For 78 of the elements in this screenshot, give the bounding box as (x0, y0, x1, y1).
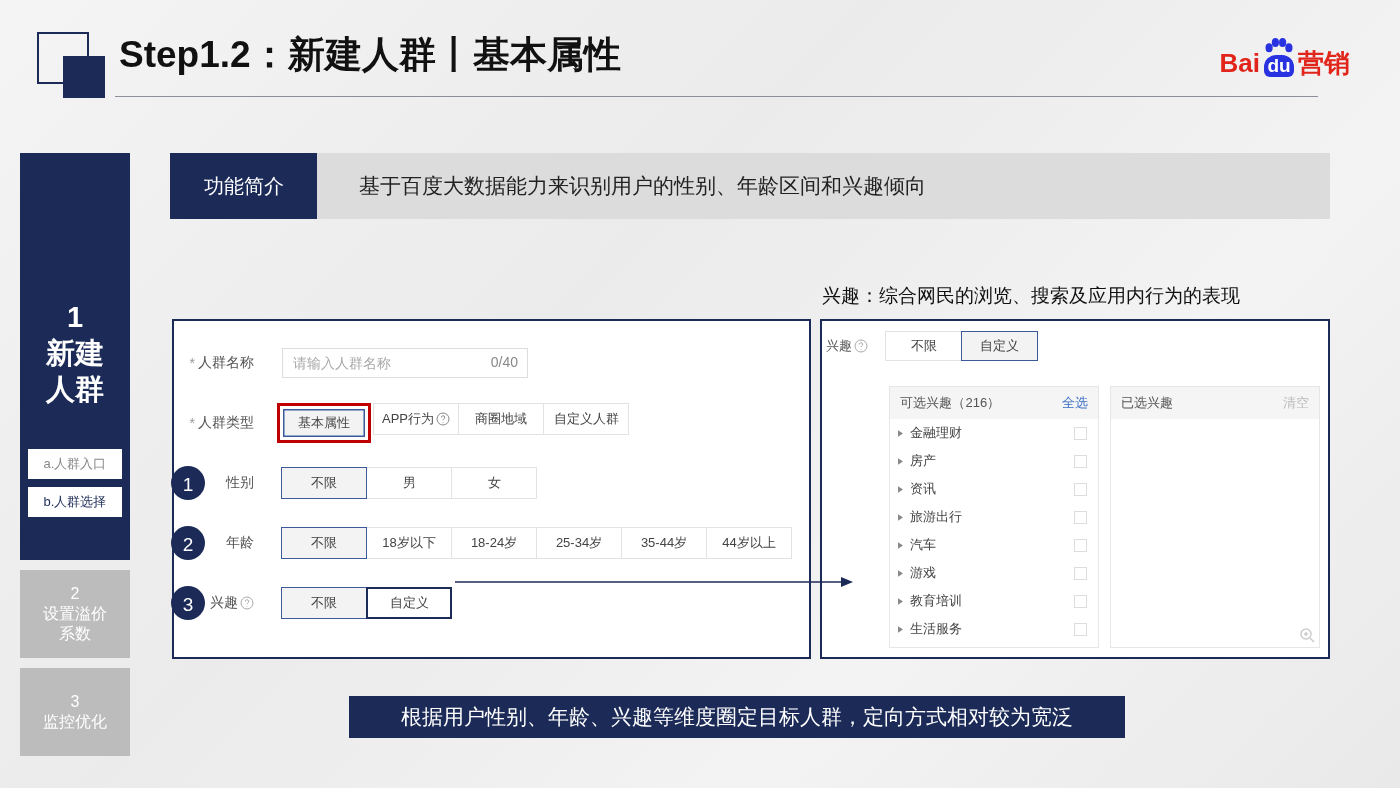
interest-item[interactable]: 游戏 (910, 564, 1075, 582)
step-marker: 2 (171, 526, 205, 560)
expand-icon[interactable] (898, 541, 904, 549)
option-tab[interactable]: 35-44岁 (621, 527, 707, 559)
step-number: 3 (70, 692, 80, 712)
interest-item[interactable]: 金融理财 (910, 424, 1075, 442)
checkbox[interactable] (1074, 426, 1088, 440)
option-tab[interactable]: 18岁以下 (366, 527, 452, 559)
option-tab[interactable]: 商圈地域 (458, 403, 544, 435)
interest-item[interactable]: 旅游出行 (910, 508, 1075, 526)
interest-item[interactable]: 房产 (910, 452, 1075, 470)
step-label: 新建人群 (45, 336, 105, 407)
option-tab[interactable]: 不限 (281, 527, 367, 559)
logo-badge: du (1264, 55, 1294, 77)
field-label: 性别 (226, 474, 254, 492)
substep-item[interactable]: b.人群选择 (28, 487, 122, 517)
option-tab[interactable]: 18-24岁 (451, 527, 537, 559)
expand-icon[interactable] (898, 513, 904, 521)
substep-item[interactable]: a.人群入口 (28, 449, 122, 479)
expand-icon[interactable] (898, 625, 904, 633)
list-title: 已选兴趣 (1121, 394, 1174, 412)
option-tab[interactable]: 25-34岁 (536, 527, 622, 559)
step-number: 1 (66, 300, 84, 335)
interest-item[interactable]: 汽车 (910, 536, 1075, 554)
expand-icon[interactable] (898, 429, 904, 437)
field-label: 人群名称 (198, 354, 254, 372)
interest-item[interactable]: 教育培训 (910, 592, 1075, 610)
option-tab[interactable]: 自定义 (961, 331, 1039, 361)
checkbox[interactable] (1074, 594, 1088, 608)
summary-banner: 根据用户性别、年龄、兴趣等维度圈定目标人群，定向方式相对较为宽泛 (349, 696, 1125, 738)
step-marker: 1 (171, 466, 205, 500)
step-number: 2 (70, 584, 80, 604)
field-label: 兴趣 (826, 337, 853, 355)
expand-icon[interactable] (898, 569, 904, 577)
option-tab[interactable]: 不限 (281, 587, 367, 619)
help-icon[interactable] (436, 412, 450, 426)
option-tab[interactable]: 男 (366, 467, 452, 499)
zoom-icon[interactable] (1299, 627, 1316, 643)
option-tab[interactable]: APP行为 (373, 403, 459, 435)
option-tab[interactable]: 自定义 (366, 587, 452, 619)
checkbox[interactable] (1074, 538, 1088, 552)
step-label: 监控优化 (43, 712, 107, 732)
step-panel[interactable]: 1 新建人群 a.人群入口 b.人群选择 (20, 153, 130, 560)
required-mark: * (189, 355, 195, 371)
checkbox[interactable] (1074, 622, 1088, 636)
field-label: 兴趣 (210, 594, 238, 612)
expand-icon[interactable] (898, 457, 904, 465)
intro-label: 功能简介 (170, 153, 317, 219)
list-title: 可选兴趣（216） (900, 394, 1001, 412)
option-tab[interactable]: 自定义人群 (543, 403, 629, 435)
character-counter: 0/40 (490, 354, 518, 370)
help-icon[interactable] (240, 596, 254, 610)
field-label: 年龄 (226, 534, 254, 552)
checkbox[interactable] (1074, 566, 1088, 580)
field-label: 人群类型 (198, 414, 254, 432)
option-tab[interactable]: 不限 (885, 331, 963, 361)
intro-text: 基于百度大数据能力来识别用户的性别、年龄区间和兴趣倾向 (359, 173, 926, 199)
squares-icon (37, 32, 105, 100)
option-tab[interactable]: 不限 (281, 467, 367, 499)
option-tab[interactable]: 基本属性 (277, 403, 371, 443)
interest-item[interactable]: 资讯 (910, 480, 1075, 498)
expand-icon[interactable] (898, 597, 904, 605)
expand-icon[interactable] (898, 485, 904, 493)
option-tab[interactable]: 女 (451, 467, 537, 499)
step-marker: 3 (171, 586, 205, 620)
logo-text: 营销 (1298, 49, 1350, 77)
interest-caption: 兴趣：综合网民的浏览、搜索及应用内行为的表现 (821, 284, 1241, 308)
logo-text: Bai (1219, 49, 1260, 77)
option-tab[interactable]: 44岁以上 (706, 527, 792, 559)
interest-item[interactable]: 生活服务 (910, 620, 1075, 638)
select-all-link[interactable]: 全选 (1062, 394, 1089, 412)
checkbox[interactable] (1074, 454, 1088, 468)
slide-title: Step1.2：新建人群丨基本属性 (119, 33, 621, 77)
help-icon[interactable] (854, 339, 869, 353)
checkbox[interactable] (1074, 482, 1088, 496)
checkbox[interactable] (1074, 510, 1088, 524)
required-mark: * (189, 415, 195, 431)
step-label: 设置溢价系数 (42, 604, 108, 644)
